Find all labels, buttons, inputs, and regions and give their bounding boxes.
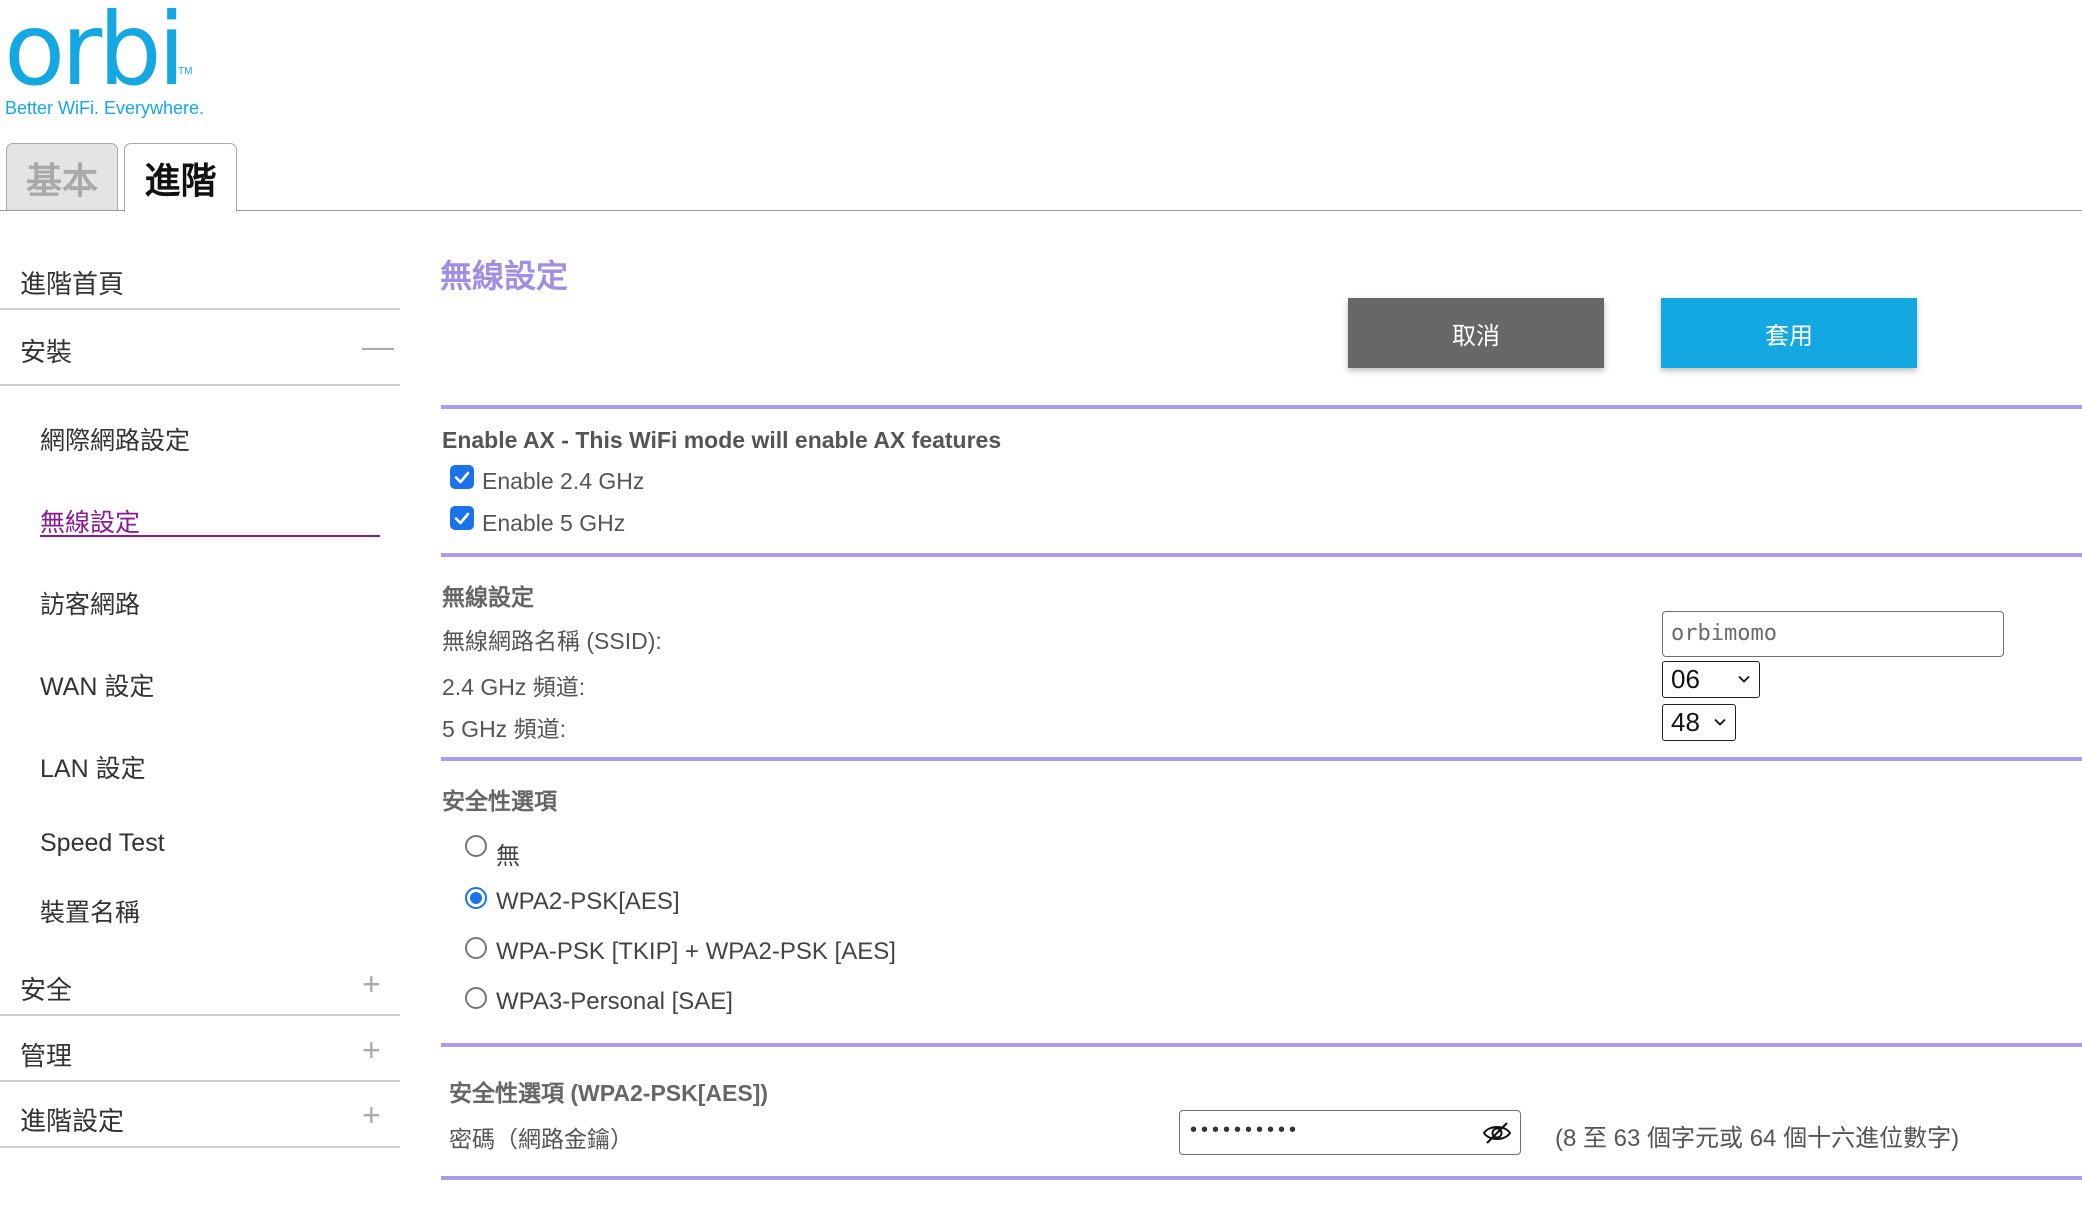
sidebar-divider [0, 1014, 400, 1016]
section-divider [441, 405, 2082, 409]
check-icon [454, 471, 470, 484]
security-wpa2-radio[interactable] [465, 887, 487, 909]
password-hint: (8 至 63 個字元或 64 個十六進位數字) [1555, 1125, 1960, 1152]
section-divider [441, 757, 2082, 761]
collapse-icon[interactable]: — [362, 330, 394, 362]
security-wpa3-radio[interactable] [465, 987, 487, 1009]
sidebar-divider [0, 308, 400, 310]
security-none-label: 無 [496, 843, 520, 870]
sidebar-item-setup[interactable]: 安裝 [20, 332, 72, 369]
sidebar-item-guest-network[interactable]: 訪客網路 [40, 585, 140, 621]
channel-24ghz-select[interactable]: 06 [1662, 661, 1760, 698]
expand-icon[interactable]: + [362, 1034, 381, 1066]
enable-5ghz-label: Enable 5 GHz [482, 510, 626, 536]
tab-bar-line [0, 210, 2082, 211]
security-wpa-wpa2-label: WPA-PSK [TKIP] + WPA2-PSK [AES] [496, 938, 896, 965]
cancel-button[interactable]: 取消 [1348, 298, 1604, 368]
password-label: 密碼（網路金鑰） [449, 1126, 633, 1152]
channel-5ghz-value: 48 [1671, 707, 1700, 737]
psk-heading: 安全性選項 (WPA2-PSK[AES]) [449, 1080, 769, 1106]
ssid-label: 無線網路名稱 (SSID): [442, 628, 662, 654]
chevron-down-icon [1738, 675, 1750, 683]
expand-icon[interactable]: + [362, 968, 381, 1000]
sidebar-divider [0, 1080, 400, 1082]
channel-24ghz-value: 06 [1671, 664, 1700, 694]
security-none-radio[interactable] [465, 835, 487, 857]
logo-trademark: TM [178, 66, 193, 77]
channel-24ghz-label: 2.4 GHz 頻道: [442, 674, 586, 700]
section-divider [441, 1043, 2082, 1047]
ssid-input[interactable]: orbimomo [1662, 611, 2004, 657]
sidebar-item-wireless-setup[interactable]: 無線設定 [40, 503, 140, 539]
section-divider [441, 553, 2082, 557]
check-icon [454, 512, 470, 525]
sidebar-item-internet-setup[interactable]: 網際網路設定 [40, 421, 190, 457]
enable-5ghz-checkbox[interactable] [450, 506, 474, 530]
logo-tagline: Better WiFi. Everywhere. [5, 98, 205, 118]
logo-wordmark: orbi [4, 0, 186, 108]
security-wpa3-label: WPA3-Personal [SAE] [496, 988, 733, 1015]
enable-24ghz-label: Enable 2.4 GHz [482, 468, 645, 494]
security-wpa-wpa2-radio[interactable] [465, 937, 487, 959]
orbi-logo: orbi TM [4, 0, 192, 108]
sidebar-item-lan-setup[interactable]: LAN 設定 [40, 749, 146, 785]
channel-5ghz-select[interactable]: 48 [1662, 704, 1736, 741]
security-heading: 安全性選項 [442, 788, 557, 814]
active-item-underline [40, 535, 380, 537]
sidebar-item-advanced-home[interactable]: 進階首頁 [20, 264, 124, 301]
apply-button[interactable]: 套用 [1661, 298, 1917, 368]
enable-24ghz-checkbox[interactable] [450, 465, 474, 489]
sidebar-item-wan-setup[interactable]: WAN 設定 [40, 667, 154, 703]
sidebar-item-device-name[interactable]: 裝置名稱 [40, 893, 140, 929]
sidebar-item-advanced-setup[interactable]: 進階設定 [20, 1101, 124, 1138]
eye-slash-icon[interactable] [1482, 1121, 1512, 1145]
tab-advanced[interactable]: 進階 [124, 143, 237, 212]
page-title: 無線設定 [440, 258, 569, 294]
security-wpa2-label: WPA2-PSK[AES] [496, 888, 680, 915]
password-value: •••••••••• [1190, 1119, 1301, 1141]
sidebar-item-admin[interactable]: 管理 [20, 1036, 72, 1073]
sidebar-item-speed-test[interactable]: Speed Test [40, 829, 165, 858]
wireless-heading: 無線設定 [442, 584, 534, 610]
sidebar-divider [0, 1146, 400, 1148]
expand-icon[interactable]: + [362, 1099, 381, 1131]
ax-heading: Enable AX - This WiFi mode will enable A… [442, 427, 1002, 453]
section-divider [441, 1176, 2082, 1180]
ssid-value: orbimomo [1671, 621, 1777, 646]
sidebar-divider [0, 384, 400, 386]
channel-5ghz-label: 5 GHz 頻道: [442, 716, 566, 742]
chevron-down-icon [1714, 718, 1726, 726]
password-input[interactable]: •••••••••• [1179, 1110, 1521, 1155]
tab-basic[interactable]: 基本 [6, 143, 118, 211]
sidebar-item-security[interactable]: 安全 [20, 970, 72, 1007]
